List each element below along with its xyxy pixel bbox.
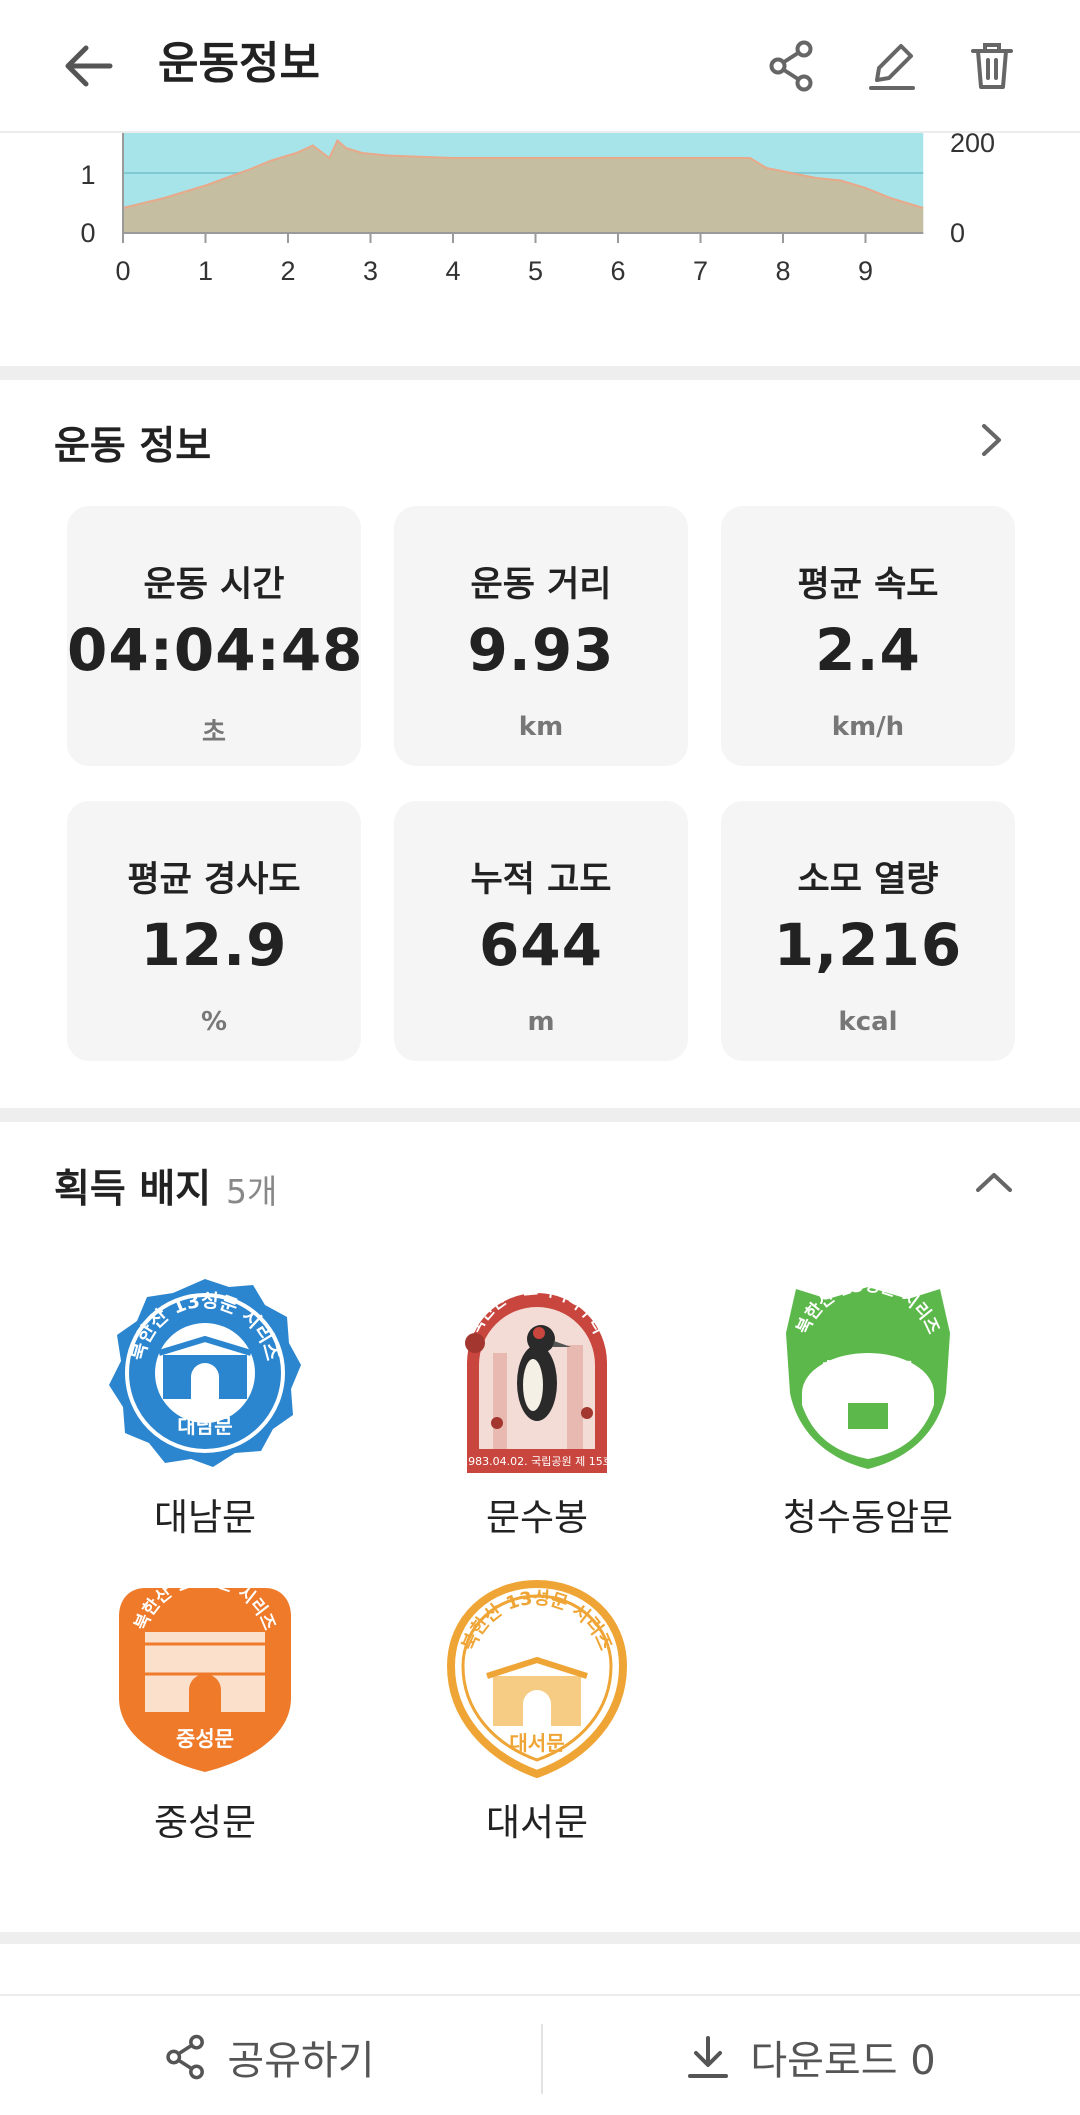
chevron-right-icon xyxy=(982,424,1001,456)
section-divider xyxy=(0,1932,1080,1944)
delete-button[interactable] xyxy=(962,36,1022,96)
badge-item[interactable]: 북한산 13성문 시리즈 청수동암문 청수동암문 xyxy=(728,1273,1008,1541)
badge-item[interactable]: 북한산 13성문 시리즈 대서문 대서문 xyxy=(397,1578,677,1846)
badge-item[interactable]: 북한산 · 오색딱다구리 1983.04.02. 국립공원 제 15호 문수봉 xyxy=(397,1273,677,1541)
stat-value: 644 xyxy=(478,911,604,979)
stat-value: 12.9 xyxy=(140,911,288,979)
gate-stamp-icon: 북한산 13성문 시리즈 청수동암문 xyxy=(786,1276,950,1469)
chevron-up-icon xyxy=(976,1173,1012,1192)
share-icon xyxy=(166,2034,205,2079)
x-tick-label: 8 xyxy=(775,256,790,286)
section-divider xyxy=(0,1108,1080,1122)
gate-stamp-icon: 북한산 13성문 시리즈 중성문 xyxy=(119,1578,291,1772)
x-tick-label: 4 xyxy=(445,256,460,286)
stat-value: 1,216 xyxy=(773,911,963,979)
x-tick-label: 6 xyxy=(610,256,625,286)
badge-label: 대남문 xyxy=(153,1496,257,1539)
pencil-icon xyxy=(869,44,915,90)
share-action-button[interactable]: 공유하기 xyxy=(0,1996,540,2115)
edit-button[interactable] xyxy=(862,36,922,96)
arrow-left-icon xyxy=(65,45,113,87)
badge-stamp-text: 1983.04.02. 국립공원 제 15호 xyxy=(461,1455,613,1468)
stat-label: 운동 시간 xyxy=(143,565,285,605)
page-title: 운동정보 xyxy=(158,38,320,89)
badge-item[interactable]: 북한산 13성문 시리즈 중성문 중성문 xyxy=(65,1578,345,1846)
stat-unit: % xyxy=(200,1007,228,1037)
stat-card-elevation-gain: 누적 고도 644 m xyxy=(394,801,688,1061)
stat-unit: km xyxy=(518,712,564,742)
share-button[interactable] xyxy=(762,36,822,96)
stat-unit: m xyxy=(527,1007,555,1037)
badge-label: 중성문 xyxy=(153,1801,257,1844)
x-tick-label: 5 xyxy=(528,256,543,286)
stat-unit: kcal xyxy=(838,1007,898,1037)
y-left-tick-label: 1 xyxy=(80,160,95,190)
stat-label: 소모 열량 xyxy=(797,860,939,900)
stat-card-avg-slope: 평균 경사도 12.9 % xyxy=(67,801,361,1061)
chart-canvas: 0 1 2 3 4 5 6 7 8 9 0 1 0 200 xyxy=(80,133,995,286)
app-header: 운동정보 xyxy=(0,0,1080,133)
y-left-tick-label: 0 xyxy=(80,218,95,248)
badge-stamp-text: 청수동암문 xyxy=(822,1358,914,1382)
stat-label: 평균 속도 xyxy=(797,565,939,605)
badge-label: 문수봉 xyxy=(485,1496,589,1539)
stat-unit: km/h xyxy=(831,712,905,742)
stat-label: 평균 경사도 xyxy=(127,860,301,900)
badge-label: 대서문 xyxy=(485,1801,589,1844)
elevation-chart: 0 1 2 3 4 5 6 7 8 9 0 1 0 200 xyxy=(0,133,1080,365)
stats-section-title: 운동 정보 xyxy=(54,424,212,469)
back-button[interactable] xyxy=(58,38,118,94)
x-tick-label: 2 xyxy=(280,256,295,286)
stat-label: 운동 거리 xyxy=(470,565,612,605)
gate-stamp-icon: 북한산 13성문 시리즈 대남문 xyxy=(109,1279,301,1467)
download-action-label: 다운로드 0 xyxy=(750,2037,936,2084)
trash-icon xyxy=(971,43,1013,89)
badges-section-title: 획득 배지 xyxy=(54,1167,212,1212)
stat-unit: 초 xyxy=(202,718,226,748)
badge-label: 청수동암문 xyxy=(782,1496,954,1539)
x-tick-label: 9 xyxy=(858,256,873,286)
stat-value: 04:04:48 xyxy=(67,616,364,684)
collapse-badges-button[interactable] xyxy=(968,1156,1020,1208)
stat-card-distance: 운동 거리 9.93 km xyxy=(394,506,688,766)
stats-detail-button[interactable] xyxy=(968,416,1016,464)
share-action-label: 공유하기 xyxy=(227,2037,375,2084)
x-tick-label: 1 xyxy=(198,256,213,286)
stat-card-duration: 운동 시간 04:04:48 초 xyxy=(67,506,364,766)
gate-stamp-icon: 북한산 13성문 시리즈 대서문 xyxy=(446,1579,628,1778)
woodpecker-badge-icon: 북한산 · 오색딱다구리 1983.04.02. 국립공원 제 15호 xyxy=(461,1280,613,1473)
stat-label: 누적 고도 xyxy=(470,860,612,900)
badge-stamp-text: 대서문 xyxy=(509,1731,564,1755)
badge-count: 5개 xyxy=(226,1172,278,1211)
stat-card-calories: 소모 열량 1,216 kcal xyxy=(721,801,1015,1061)
stat-value: 2.4 xyxy=(815,616,921,684)
x-tick-label: 7 xyxy=(693,256,708,286)
badge-item[interactable]: 북한산 13성문 시리즈 대남문 대남문 xyxy=(65,1273,345,1541)
section-divider xyxy=(0,366,1080,380)
badge-stamp-text: 대남문 xyxy=(177,1414,232,1438)
stat-value: 9.93 xyxy=(467,616,615,684)
badge-stamp-text: 중성문 xyxy=(176,1727,234,1751)
download-action-button[interactable]: 다운로드 0 xyxy=(542,1996,1080,2115)
y-right-tick-label: 0 xyxy=(950,218,965,248)
x-tick-label: 0 xyxy=(115,256,130,286)
share-icon xyxy=(769,40,813,92)
x-tick-label: 3 xyxy=(363,256,378,286)
download-icon xyxy=(688,2035,729,2078)
y-right-tick-label: 200 xyxy=(950,133,995,158)
stat-card-avg-speed: 평균 속도 2.4 km/h xyxy=(721,506,1015,766)
bottom-action-bar: 공유하기 다운로드 0 xyxy=(0,1994,1080,2115)
